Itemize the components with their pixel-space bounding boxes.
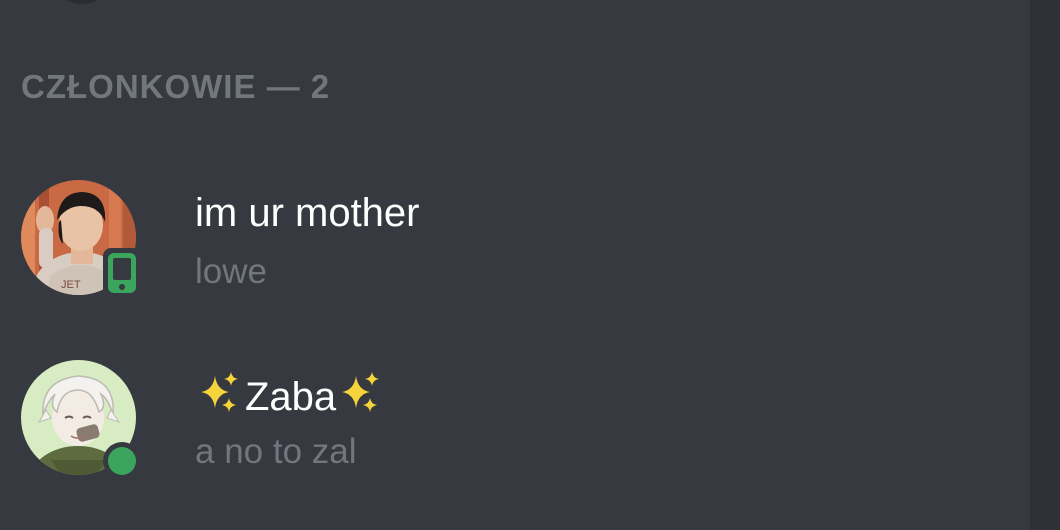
member-item-im-ur-mother[interactable]: JET im ur mother lowe bbox=[0, 170, 1030, 300]
online-status-icon bbox=[103, 442, 141, 480]
scrollbar-track[interactable] bbox=[1030, 0, 1060, 530]
mobile-online-status-icon bbox=[103, 248, 141, 298]
member-display-name: Zaba bbox=[195, 368, 386, 422]
sparkles-emoji-icon bbox=[336, 368, 386, 418]
member-custom-status: lowe bbox=[195, 252, 267, 291]
svg-text:JET: JET bbox=[61, 279, 81, 291]
sparkles-emoji-icon bbox=[195, 368, 245, 418]
member-display-name: im ur mother bbox=[195, 191, 420, 235]
member-display-name-text: Zaba bbox=[245, 375, 337, 419]
previous-avatar-fragment bbox=[60, 0, 104, 4]
members-section-header: CZŁONKOWIE — 2 bbox=[21, 68, 331, 105]
member-custom-status: a no to zal bbox=[195, 432, 357, 471]
member-list-panel: CZŁONKOWIE — 2 JET im ur mother lowe Zab… bbox=[0, 0, 1030, 530]
member-item-zaba[interactable]: Zaba a no to zal bbox=[0, 350, 1030, 480]
